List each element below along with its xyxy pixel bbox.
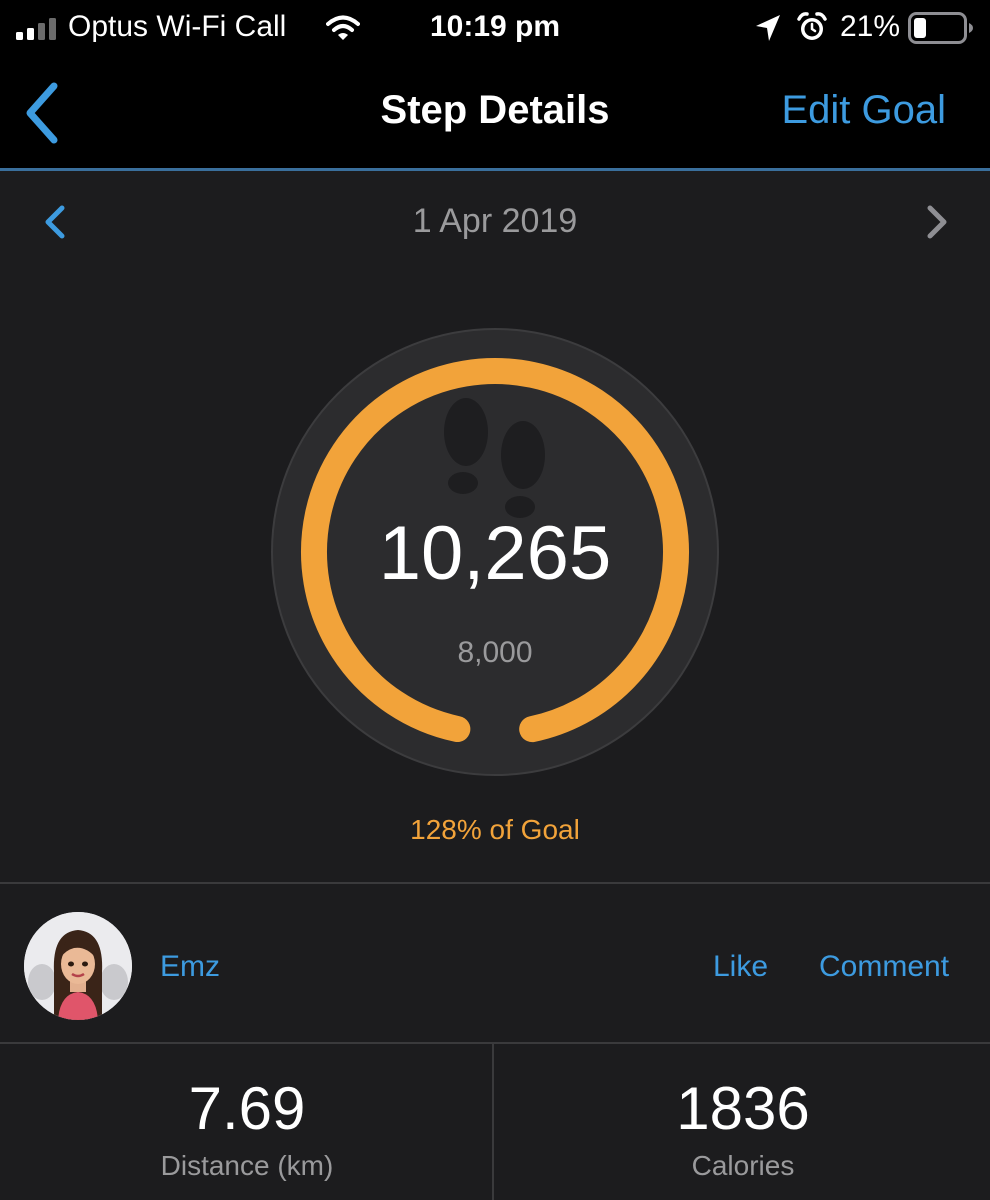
nav-bar: Step Details Edit Goal: [0, 58, 990, 168]
status-bar: Optus Wi-Fi Call 10:19 pm 21%: [0, 0, 990, 58]
divider: [0, 1042, 990, 1044]
location-arrow-icon: [756, 15, 780, 41]
avatar-image: [24, 912, 132, 1020]
calories-value: 1836: [676, 1075, 810, 1142]
nav-underline: [0, 168, 990, 171]
comment-button[interactable]: Comment: [819, 950, 949, 984]
battery-percent: 21%: [840, 10, 901, 43]
distance-label: Distance (km): [160, 1150, 334, 1181]
calories-label: Calories: [691, 1150, 795, 1181]
distance-value: 7.69: [188, 1075, 306, 1142]
date-label: 1 Apr 2019: [412, 202, 578, 240]
step-count: 10,265: [378, 511, 612, 596]
step-goal: 8,000: [457, 636, 533, 669]
like-button[interactable]: Like: [713, 950, 768, 984]
alarm-icon: [797, 12, 827, 40]
percent-of-goal: 128% of Goal: [410, 814, 580, 845]
next-day-chevron-icon[interactable]: [924, 204, 952, 240]
edit-goal-button[interactable]: Edit Goal: [781, 88, 946, 133]
user-name-link[interactable]: Emz: [160, 950, 220, 984]
battery-icon: [908, 12, 973, 44]
divider: [0, 882, 990, 884]
avatar[interactable]: [24, 912, 132, 1020]
